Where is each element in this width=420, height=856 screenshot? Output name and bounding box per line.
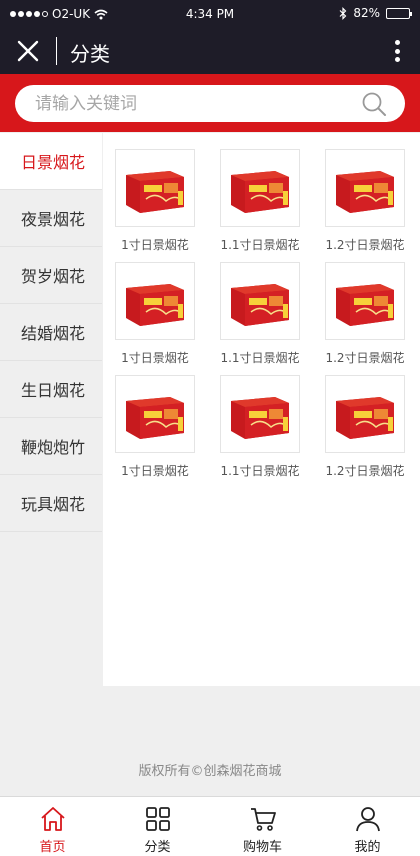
top-nav-bar: 分类 xyxy=(0,28,420,74)
sidebar-item-label: 日景烟花 xyxy=(21,153,86,172)
product-card[interactable]: 1.2寸日景烟花 xyxy=(325,149,405,254)
status-bar: O2-UK 4:34 PM 82% xyxy=(0,0,420,28)
sidebar-item-label: 玩具烟花 xyxy=(21,495,86,514)
bluetooth-icon xyxy=(339,6,347,20)
sidebar-item-label: 鞭炮炮竹 xyxy=(21,438,86,457)
tab-profile[interactable]: 我的 xyxy=(315,797,420,856)
search-bar xyxy=(0,74,420,132)
product-name: 1.2寸日景烟花 xyxy=(325,464,405,478)
product-name: 1.1寸日景烟花 xyxy=(220,238,300,252)
product-card[interactable]: 1.2寸日景烟花 xyxy=(325,375,405,480)
tab-home-label: 首页 xyxy=(39,840,66,855)
product-panel: 1寸日景烟花 1.1寸日景烟花 1.2寸日景烟花 1寸日景烟花 1.1寸日景烟花 1.2寸… xyxy=(103,133,420,686)
product-name: 1寸日景烟花 xyxy=(121,464,189,478)
sidebar-item-day-fireworks[interactable]: 日景烟花 xyxy=(0,133,102,190)
sidebar-item-label: 夜景烟花 xyxy=(21,210,86,229)
sidebar-item-wedding-fireworks[interactable]: 结婚烟花 xyxy=(0,304,102,361)
product-image xyxy=(325,262,405,340)
bottom-tab-bar: 首页 分类 购物车 我的 xyxy=(0,796,420,856)
tab-cart[interactable]: 购物车 xyxy=(210,797,315,856)
sidebar-item-toy-fireworks[interactable]: 玩具烟花 xyxy=(0,475,102,532)
status-right: 82% xyxy=(339,6,412,20)
nav-divider xyxy=(56,37,57,65)
product-image xyxy=(220,262,300,340)
tab-profile-label: 我的 xyxy=(354,840,381,855)
search-input[interactable] xyxy=(35,91,355,117)
product-image xyxy=(115,375,195,453)
category-sidebar: 日景烟花 夜景烟花 贺岁烟花 结婚烟花 生日烟花 鞭炮炮竹 玩具烟花 xyxy=(0,133,102,532)
sidebar-item-label: 结婚烟花 xyxy=(21,324,86,343)
sidebar-item-night-fireworks[interactable]: 夜景烟花 xyxy=(0,190,102,247)
product-image xyxy=(115,149,195,227)
product-name: 1寸日景烟花 xyxy=(121,351,189,365)
product-name: 1寸日景烟花 xyxy=(121,238,189,252)
sidebar-item-firecrackers[interactable]: 鞭炮炮竹 xyxy=(0,418,102,475)
user-icon xyxy=(355,807,380,832)
sidebar-item-label: 生日烟花 xyxy=(21,381,86,400)
product-name: 1.1寸日景烟花 xyxy=(220,351,300,365)
product-name: 1.2寸日景烟花 xyxy=(325,351,405,365)
copyright-text: 版权所有©创森烟花商城 xyxy=(138,764,282,779)
home-icon xyxy=(40,807,65,831)
more-vertical-icon[interactable] xyxy=(394,40,400,62)
product-name: 1.2寸日景烟花 xyxy=(325,238,405,252)
product-image xyxy=(325,149,405,227)
search-icon[interactable] xyxy=(361,91,387,117)
product-card[interactable]: 1.1寸日景烟花 xyxy=(220,375,300,480)
product-image xyxy=(325,375,405,453)
product-card[interactable]: 1寸日景烟花 xyxy=(115,375,195,480)
product-card[interactable]: 1.2寸日景烟花 xyxy=(325,262,405,367)
product-image xyxy=(115,262,195,340)
tab-cart-label: 购物车 xyxy=(242,840,282,855)
close-icon[interactable] xyxy=(16,39,40,63)
page-title: 分类 xyxy=(70,42,110,66)
product-card[interactable]: 1.1寸日景烟花 xyxy=(220,149,300,254)
sidebar-item-birthday-fireworks[interactable]: 生日烟花 xyxy=(0,361,102,418)
product-card[interactable]: 1.1寸日景烟花 xyxy=(220,262,300,367)
sidebar-item-new-year-fireworks[interactable]: 贺岁烟花 xyxy=(0,247,102,304)
product-grid: 1寸日景烟花 1.1寸日景烟花 1.2寸日景烟花 1寸日景烟花 1.1寸日景烟花 1.2寸… xyxy=(115,149,415,480)
tab-category-label: 分类 xyxy=(144,840,171,855)
battery-percent: 82% xyxy=(353,6,380,20)
cart-icon xyxy=(250,808,276,831)
sidebar-item-label: 贺岁烟花 xyxy=(21,267,86,286)
search-box xyxy=(15,85,405,122)
battery-icon xyxy=(386,7,412,19)
product-image xyxy=(220,375,300,453)
product-name: 1.1寸日景烟花 xyxy=(220,464,300,478)
product-card[interactable]: 1寸日景烟花 xyxy=(115,262,195,367)
product-image xyxy=(220,149,300,227)
grid-icon xyxy=(145,807,170,831)
tab-category[interactable]: 分类 xyxy=(105,797,210,856)
tab-home[interactable]: 首页 xyxy=(0,797,105,856)
product-card[interactable]: 1寸日景烟花 xyxy=(115,149,195,254)
